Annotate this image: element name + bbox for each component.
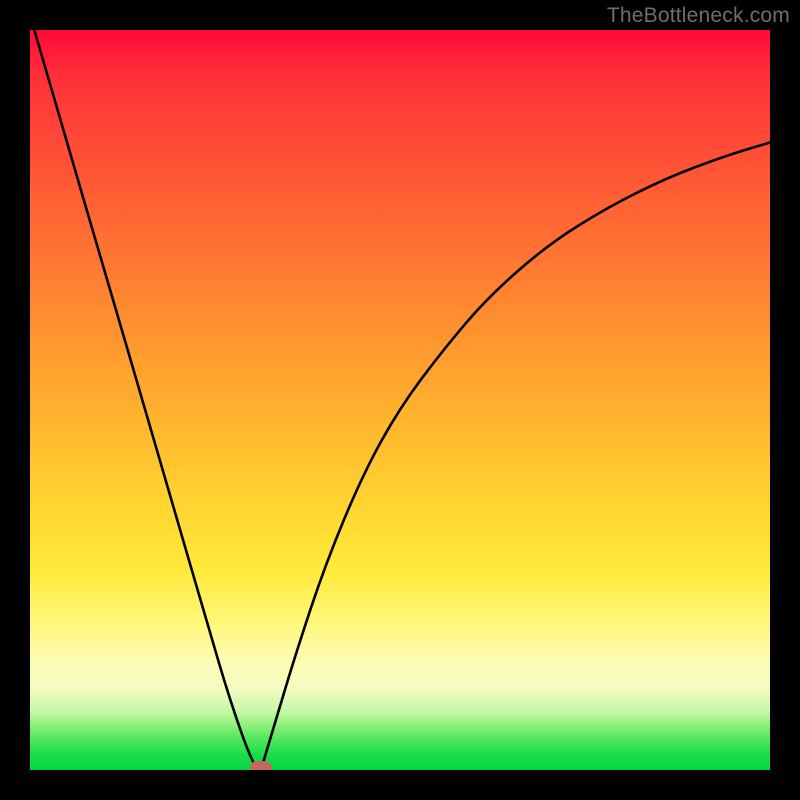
plot-area	[30, 30, 770, 770]
minimum-marker	[250, 761, 272, 770]
curve-path	[30, 30, 770, 770]
chart-frame: TheBottleneck.com	[0, 0, 800, 800]
watermark-text: TheBottleneck.com	[607, 4, 790, 28]
bottleneck-curve	[30, 30, 770, 770]
